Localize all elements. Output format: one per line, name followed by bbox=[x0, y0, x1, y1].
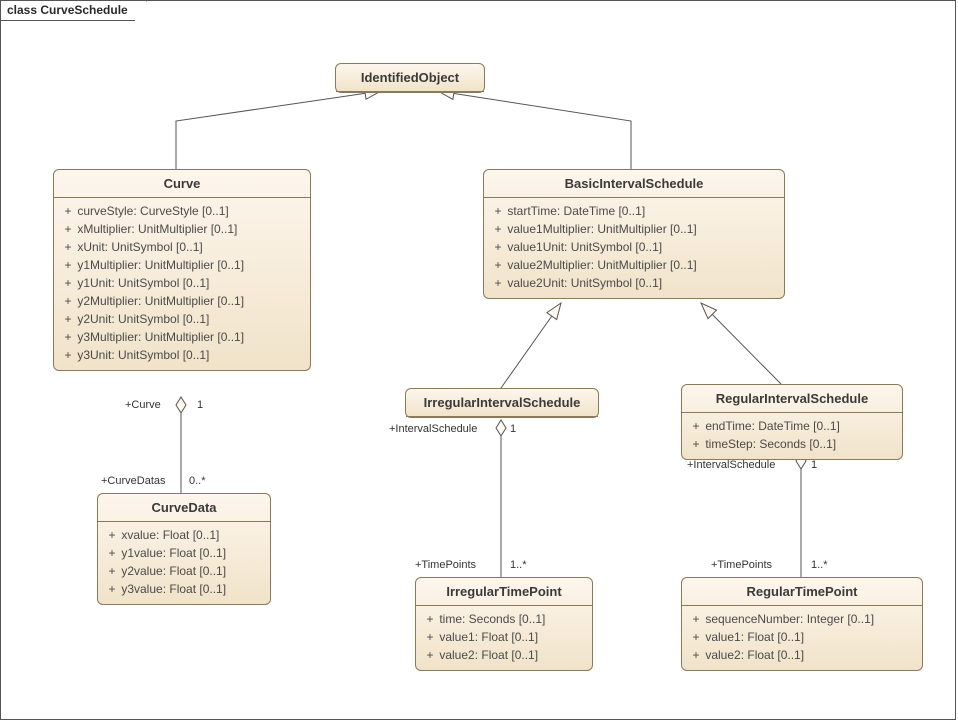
class-title: IrregularTimePoint bbox=[416, 578, 592, 606]
class-attribute: + time: Seconds [0..1] bbox=[424, 610, 584, 628]
role-curvedatas-mult: 0..* bbox=[189, 475, 206, 487]
class-attrs: + xvalue: Float [0..1]+ y1value: Float [… bbox=[98, 522, 270, 604]
class-attribute: + value2: Float [0..1] bbox=[424, 646, 584, 664]
class-attrs: + startTime: DateTime [0..1]+ value1Mult… bbox=[484, 198, 784, 298]
class-attribute: + y3Multiplier: UnitMultiplier [0..1] bbox=[62, 328, 302, 346]
frame-title: class CurveSchedule bbox=[1, 1, 147, 21]
class-attrs: + curveStyle: CurveStyle [0..1]+ xMultip… bbox=[54, 198, 310, 370]
role-ir-tp-mult: 1..* bbox=[510, 559, 527, 571]
class-regular-time-point: RegularTimePoint + sequenceNumber: Integ… bbox=[681, 577, 923, 671]
class-attribute: + xUnit: UnitSymbol [0..1] bbox=[62, 238, 302, 256]
class-attribute: + timeStep: Seconds [0..1] bbox=[690, 435, 894, 453]
class-attribute: + endTime: DateTime [0..1] bbox=[690, 417, 894, 435]
class-attribute: + value1Unit: UnitSymbol [0..1] bbox=[492, 238, 776, 256]
class-title: Curve bbox=[54, 170, 310, 198]
class-attribute: + value2: Float [0..1] bbox=[690, 646, 914, 664]
role-ir-sched-mult: 1 bbox=[510, 423, 516, 435]
class-attribute: + startTime: DateTime [0..1] bbox=[492, 202, 776, 220]
class-attribute: + y3Unit: UnitSymbol [0..1] bbox=[62, 346, 302, 364]
class-attribute: + y1Unit: UnitSymbol [0..1] bbox=[62, 274, 302, 292]
class-attrs: + time: Seconds [0..1]+ value1: Float [0… bbox=[416, 606, 592, 670]
role-curvedatas: +CurveDatas bbox=[101, 475, 166, 487]
diagram-frame: class CurveSchedule IdentifiedObject bbox=[0, 0, 956, 720]
class-attribute: + y3value: Float [0..1] bbox=[106, 580, 262, 598]
class-attribute: + y1Multiplier: UnitMultiplier [0..1] bbox=[62, 256, 302, 274]
role-reg-tp-mult: 1..* bbox=[811, 559, 828, 571]
class-basic-interval-schedule: BasicIntervalSchedule + startTime: DateT… bbox=[483, 169, 785, 299]
class-attribute: + curveStyle: CurveStyle [0..1] bbox=[62, 202, 302, 220]
class-attribute: + value1Multiplier: UnitMultiplier [0..1… bbox=[492, 220, 776, 238]
class-curve-data: CurveData + xvalue: Float [0..1]+ y1valu… bbox=[97, 493, 271, 605]
class-attribute: + value2Multiplier: UnitMultiplier [0..1… bbox=[492, 256, 776, 274]
role-reg-sched: +IntervalSchedule bbox=[687, 459, 775, 471]
class-attribute: + xvalue: Float [0..1] bbox=[106, 526, 262, 544]
class-attribute: + y1value: Float [0..1] bbox=[106, 544, 262, 562]
class-irregular-time-point: IrregularTimePoint + time: Seconds [0..1… bbox=[415, 577, 593, 671]
class-attribute: + y2Unit: UnitSymbol [0..1] bbox=[62, 310, 302, 328]
class-attribute: + value1: Float [0..1] bbox=[690, 628, 914, 646]
class-title: IdentifiedObject bbox=[336, 64, 484, 92]
class-attrs: + endTime: DateTime [0..1]+ timeStep: Se… bbox=[682, 413, 902, 459]
class-attribute: + sequenceNumber: Integer [0..1] bbox=[690, 610, 914, 628]
class-attribute: + y2value: Float [0..1] bbox=[106, 562, 262, 580]
role-reg-sched-mult: 1 bbox=[811, 459, 817, 471]
class-title: CurveData bbox=[98, 494, 270, 522]
role-curve-mult: 1 bbox=[197, 399, 203, 411]
class-title: IrregularIntervalSchedule bbox=[406, 389, 598, 417]
class-title: BasicIntervalSchedule bbox=[484, 170, 784, 198]
role-ir-sched: +IntervalSchedule bbox=[389, 423, 477, 435]
class-title: RegularIntervalSchedule bbox=[682, 385, 902, 413]
class-attribute: + value2Unit: UnitSymbol [0..1] bbox=[492, 274, 776, 292]
class-attribute: + xMultiplier: UnitMultiplier [0..1] bbox=[62, 220, 302, 238]
class-attrs: + sequenceNumber: Integer [0..1]+ value1… bbox=[682, 606, 922, 670]
class-identified-object: IdentifiedObject bbox=[335, 63, 485, 93]
class-irregular-interval-schedule: IrregularIntervalSchedule bbox=[405, 388, 599, 418]
class-regular-interval-schedule: RegularIntervalSchedule + endTime: DateT… bbox=[681, 384, 903, 460]
role-ir-tp: +TimePoints bbox=[415, 559, 476, 571]
role-curve: +Curve bbox=[125, 399, 161, 411]
class-attribute: + value1: Float [0..1] bbox=[424, 628, 584, 646]
class-attribute: + y2Multiplier: UnitMultiplier [0..1] bbox=[62, 292, 302, 310]
class-title: RegularTimePoint bbox=[682, 578, 922, 606]
class-curve: Curve + curveStyle: CurveStyle [0..1]+ x… bbox=[53, 169, 311, 371]
role-reg-tp: +TimePoints bbox=[711, 559, 772, 571]
